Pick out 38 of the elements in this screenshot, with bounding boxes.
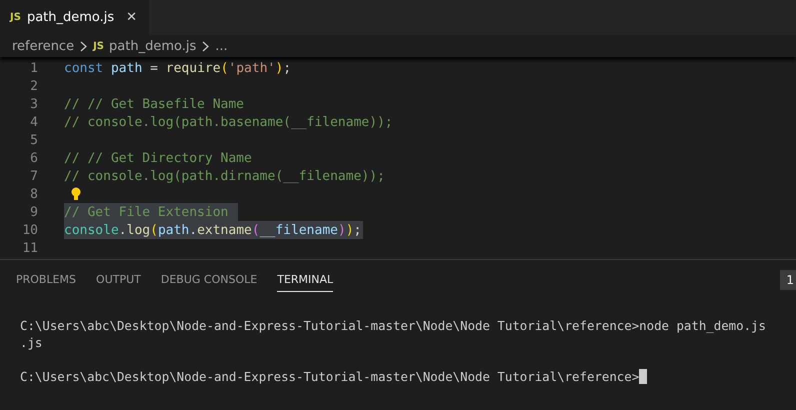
panel-tab[interactable]: OUTPUT xyxy=(96,266,141,292)
code-line: // console.log(path.dirname(__filename)); xyxy=(64,168,386,184)
line-number: 10 xyxy=(21,222,38,238)
breadcrumb-item[interactable]: path_demo.js xyxy=(109,38,196,54)
line-number: 2 xyxy=(29,78,38,94)
terminal-instance-box[interactable]: 1 xyxy=(780,270,796,290)
line-number: 7 xyxy=(29,168,38,184)
chevron-icon xyxy=(80,40,88,52)
chevron-icon xyxy=(202,40,210,52)
code-line: // // Get Basefile Name xyxy=(64,96,246,112)
line-number: 9 xyxy=(29,204,38,220)
code-line: console.log(path.extname(__filename)); xyxy=(64,222,362,238)
code-line: // Get File Extension xyxy=(64,204,230,220)
editor-tab[interactable]: JS path_demo.js ✕ xyxy=(0,0,150,35)
line-number: 6 xyxy=(29,150,38,166)
terminal-cursor xyxy=(639,369,648,384)
code-line: // console.log(path.basename(__filename)); xyxy=(64,114,394,130)
tab-title: path_demo.js xyxy=(26,10,114,25)
lightbulb-icon[interactable] xyxy=(71,187,81,201)
close-icon[interactable]: ✕ xyxy=(126,10,138,25)
line-number: 4 xyxy=(29,114,38,130)
line-number: 3 xyxy=(29,96,38,112)
breadcrumb-item[interactable]: ... xyxy=(215,38,228,54)
panel-tab[interactable]: TERMINAL xyxy=(277,266,334,292)
terminal-line: .js xyxy=(20,335,42,350)
terminal-line: C:\Users\abc\Desktop\Node-and-Express-Tutorial-master\Node\Node Tutorial\reference>node path_demo.js xyxy=(20,318,766,333)
breadcrumb-item[interactable]: reference xyxy=(12,38,74,54)
line-number: 5 xyxy=(29,132,38,148)
line-number: 8 xyxy=(29,186,38,202)
line-number: 11 xyxy=(21,240,38,256)
code-line: const path = require('path'); xyxy=(64,60,292,76)
javascript-file-icon: JS xyxy=(93,40,104,52)
line-number: 1 xyxy=(29,60,38,76)
terminal-line: C:\Users\abc\Desktop\Node-and-Express-Tutorial-master\Node\Node Tutorial\reference> xyxy=(20,369,640,384)
code-line: // // Get Directory Name xyxy=(64,150,253,166)
panel-tab[interactable]: DEBUG CONSOLE xyxy=(160,266,258,292)
javascript-file-icon: JS xyxy=(10,12,21,23)
panel-tab[interactable]: PROBLEMS xyxy=(16,266,76,292)
